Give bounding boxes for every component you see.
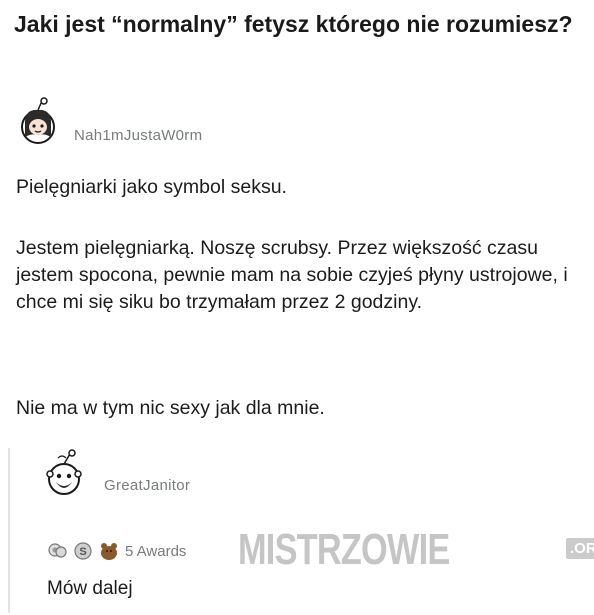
watermark-text: MISTRZOWIE [238, 525, 450, 574]
helpful-award-icon [48, 543, 67, 558]
page-title: Jaki jest “normalny” fetysz którego nie … [14, 11, 573, 37]
reply-username[interactable]: GreatJanitor [104, 477, 190, 494]
silver-award-icon: S [74, 542, 92, 560]
awards-row[interactable]: S 5 Awards [47, 538, 186, 564]
post-username[interactable]: Nah1mJustaW0rm [74, 127, 202, 144]
bear-award-icon [101, 543, 117, 560]
comment-paragraph-1: Pielęgniarki jako symbol seksu. [16, 176, 287, 198]
svg-text:S: S [79, 546, 86, 558]
comment-paragraph-3: Nie ma w tym nic sexy jak dla mnie. [16, 397, 325, 419]
reply-text: Mów dalej [47, 578, 133, 599]
comment-paragraph-2: Jestem pielęgniarką. Noszę scrubsy. Prze… [16, 237, 568, 313]
user-avatar-icon[interactable] [40, 448, 88, 496]
user-avatar-icon[interactable] [14, 97, 62, 145]
awards-count[interactable]: 5 Awards [125, 543, 186, 560]
thread-line[interactable] [8, 448, 10, 613]
watermark-logo: MISTRZOWIE .ORG [238, 524, 594, 576]
watermark-suffix: .ORG [566, 538, 594, 559]
